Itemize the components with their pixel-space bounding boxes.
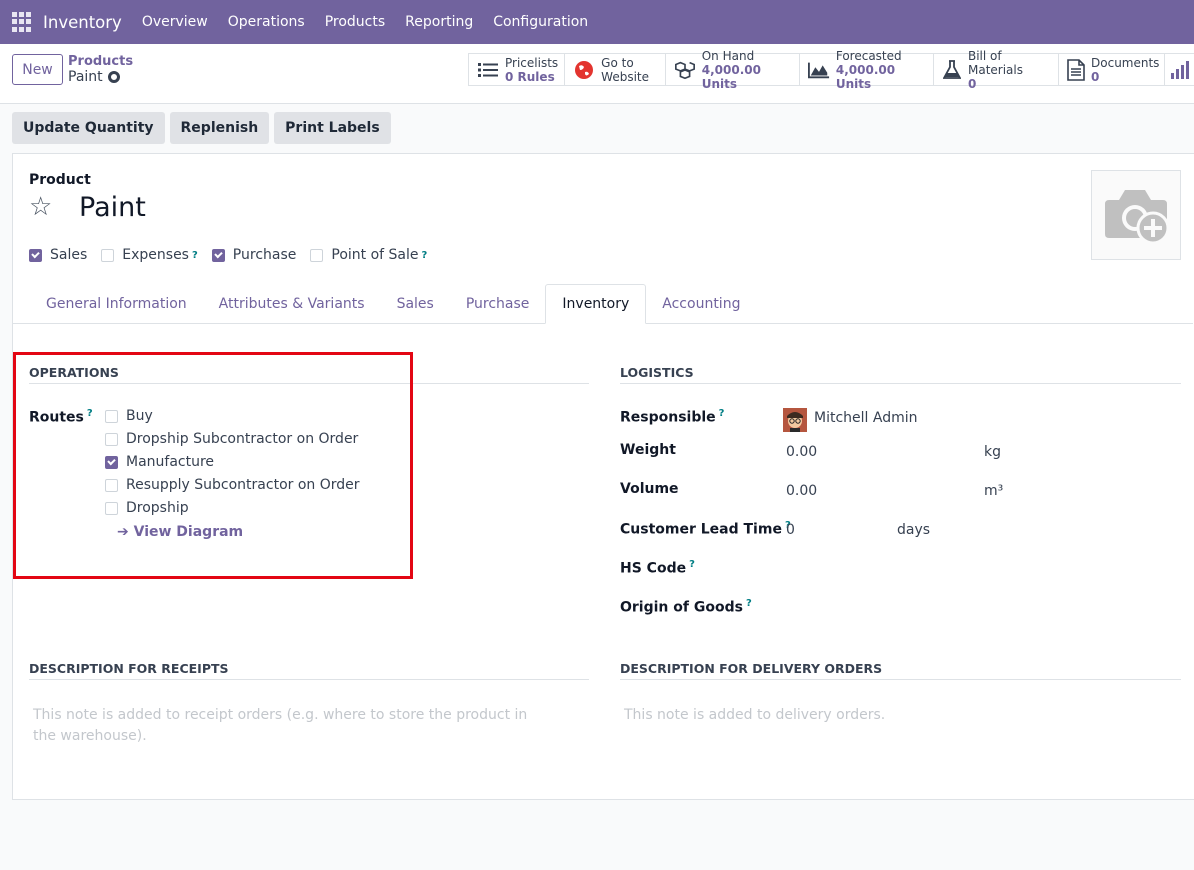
responsible-label-text: Responsible: [620, 409, 716, 426]
expenses-checkbox[interactable]: Expenses?: [101, 247, 198, 263]
product-image[interactable]: [1091, 170, 1181, 260]
pricelists-value: 0 Rules: [505, 69, 555, 84]
help-icon[interactable]: ?: [746, 598, 752, 609]
new-button[interactable]: New: [12, 54, 63, 85]
cubes-icon: [674, 60, 696, 80]
customer-lead-time-label: Customer Lead Time?: [620, 520, 791, 538]
menu-operations[interactable]: Operations: [228, 14, 305, 30]
website-label-2: Website: [601, 69, 649, 84]
menu-configuration[interactable]: Configuration: [493, 14, 588, 30]
documents-button[interactable]: Documents 0: [1058, 54, 1164, 85]
hs-code-label: HS Code?: [620, 559, 695, 577]
purchase-checkbox[interactable]: Purchase: [211, 247, 297, 263]
receipts-description-heading: DESCRIPTION FOR RECEIPTS: [29, 661, 589, 680]
flask-icon: [942, 59, 962, 80]
product-label: Product: [29, 172, 91, 188]
delivery-description-heading: DESCRIPTION FOR DELIVERY ORDERS: [620, 661, 1181, 680]
forecasted-label: Forecasted: [835, 48, 902, 63]
tab-sales[interactable]: Sales: [381, 284, 450, 324]
on-hand-value: 4,000.00 Units: [701, 62, 761, 91]
bom-label: Bill of Materials: [967, 48, 1023, 77]
help-icon[interactable]: ?: [719, 408, 725, 419]
checkbox-checked[interactable]: [29, 248, 42, 262]
receipts-description-field[interactable]: This note is added to receipt orders (e.…: [33, 705, 533, 747]
volume-field[interactable]: 0.00: [786, 483, 817, 499]
responsible-field[interactable]: Mitchell Admin: [814, 410, 918, 426]
menu-overview[interactable]: Overview: [142, 14, 208, 30]
bar-chart-icon: [1169, 60, 1190, 80]
update-quantity-button[interactable]: Update Quantity: [12, 112, 165, 144]
bom-value: 0: [967, 76, 977, 91]
tab-general-information[interactable]: General Information: [30, 284, 203, 324]
tab-attributes-variants[interactable]: Attributes & Variants: [203, 284, 381, 324]
origin-of-goods-label-text: Origin of Goods: [620, 599, 743, 616]
hs-code-label-text: HS Code: [620, 560, 687, 577]
expenses-label: Expenses: [122, 247, 189, 263]
tab-purchase[interactable]: Purchase: [450, 284, 546, 324]
customer-lead-time-label-text: Customer Lead Time: [620, 521, 782, 538]
forecasted-button[interactable]: Forecasted 4,000.00 Units: [798, 49, 933, 91]
tab-accounting[interactable]: Accounting: [646, 284, 756, 324]
apps-menu-icon[interactable]: [12, 12, 32, 32]
breadcrumb-products[interactable]: Products: [68, 54, 133, 69]
volume-label: Volume: [620, 481, 679, 497]
print-labels-button[interactable]: Print Labels: [274, 112, 391, 144]
highlight-box: [13, 352, 413, 579]
pos-checkbox[interactable]: Point of Sale?: [310, 247, 427, 263]
product-flags: Sales Expenses? Purchase Point of Sale?: [29, 247, 441, 263]
website-label-1: Go to: [601, 55, 634, 70]
star-icon[interactable]: ☆: [29, 194, 52, 220]
forecasted-value: 4,000.00 Units: [835, 62, 896, 91]
app-name[interactable]: Inventory: [43, 13, 122, 32]
weight-field[interactable]: 0.00: [786, 444, 817, 460]
menu-products[interactable]: Products: [325, 14, 385, 30]
replenish-button[interactable]: Replenish: [169, 112, 270, 144]
area-chart-icon: [807, 60, 830, 80]
delivery-description-field[interactable]: This note is added to delivery orders.: [624, 705, 1164, 726]
documents-value: 0: [1091, 69, 1100, 84]
website-button[interactable]: Go to Website: [564, 54, 665, 85]
origin-of-goods-label: Origin of Goods?: [620, 598, 752, 616]
checkbox-unchecked[interactable]: [310, 248, 324, 262]
customer-lead-time-field[interactable]: 0: [786, 522, 795, 538]
help-icon[interactable]: ?: [422, 250, 428, 261]
breadcrumb-current: Paint: [68, 69, 120, 85]
on-hand-label: On Hand: [701, 48, 755, 63]
breadcrumb-current-label: Paint: [68, 69, 103, 85]
help-icon[interactable]: ?: [689, 559, 695, 570]
volume-unit: m³: [984, 483, 1004, 499]
sales-label: Sales: [50, 247, 88, 263]
weight-unit: kg: [984, 444, 1001, 460]
weight-label: Weight: [620, 442, 676, 458]
action-buttons: Update Quantity Replenish Print Labels: [12, 112, 391, 144]
notebook-tabs: General Information Attributes & Variant…: [13, 284, 1193, 324]
control-panel: New Products Paint Pricelists 0 Rules Go …: [0, 44, 1194, 104]
sales-checkbox[interactable]: Sales: [29, 247, 87, 263]
top-navbar: Inventory Overview Operations Products R…: [0, 0, 1194, 44]
list-icon: [477, 60, 499, 80]
product-name-field[interactable]: Paint: [79, 192, 146, 223]
on-hand-button[interactable]: On Hand 4,000.00 Units: [664, 49, 799, 91]
camera-plus-icon: [1105, 190, 1170, 245]
more-stats-button[interactable]: [1164, 54, 1194, 85]
logistics-heading: LOGISTICS: [620, 365, 1181, 384]
gear-icon[interactable]: [107, 71, 120, 83]
avatar: [783, 408, 807, 432]
tab-inventory[interactable]: Inventory: [545, 284, 647, 324]
document-icon: [1067, 58, 1085, 81]
checkbox-checked[interactable]: [211, 248, 225, 262]
bom-button[interactable]: Bill of Materials 0: [932, 49, 1058, 91]
pricelists-button[interactable]: Pricelists 0 Rules: [468, 54, 564, 85]
help-icon[interactable]: ?: [192, 250, 198, 261]
menu-reporting[interactable]: Reporting: [405, 14, 473, 30]
lead-time-unit: days: [897, 522, 931, 538]
documents-label: Documents: [1091, 55, 1160, 70]
checkbox-unchecked[interactable]: [101, 248, 115, 262]
purchase-label: Purchase: [232, 247, 297, 263]
responsible-label: Responsible?: [620, 408, 724, 426]
globe-icon: [573, 60, 595, 80]
pricelists-label: Pricelists: [505, 55, 559, 70]
pos-label: Point of Sale: [331, 247, 419, 263]
smart-buttons: Pricelists 0 Rules Go to Website On Hand 4,…: [468, 49, 1194, 91]
